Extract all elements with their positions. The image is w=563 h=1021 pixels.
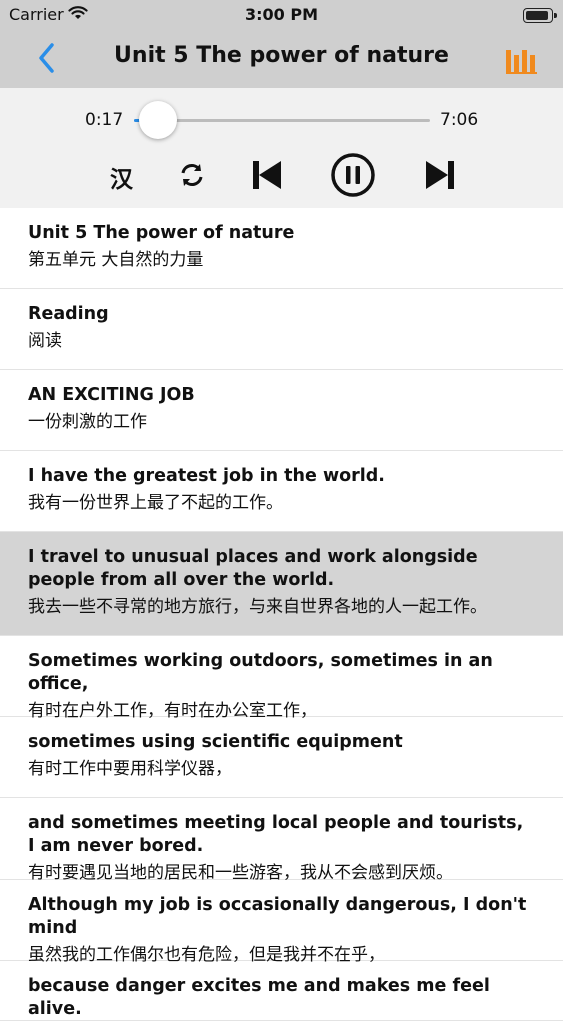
sentence-chinese: 我去一些不寻常的地方旅行，与来自世界各地的人一起工作。 bbox=[28, 597, 487, 617]
previous-button[interactable] bbox=[250, 158, 284, 196]
sentence-row[interactable]: AN EXCITING JOB 一份刺激的工作 bbox=[0, 370, 563, 451]
sentence-english: AN EXCITING JOB bbox=[28, 385, 195, 405]
sentence-chinese: 有时工作中要用科学仪器， bbox=[28, 759, 232, 779]
progress-slider[interactable] bbox=[134, 119, 430, 122]
sentence-row[interactable]: because danger excites me and makes me f… bbox=[0, 961, 563, 1021]
slider-thumb[interactable] bbox=[138, 101, 177, 139]
previous-icon bbox=[253, 161, 281, 189]
nav-bar: Unit 5 The power of nature bbox=[0, 30, 563, 88]
playlist-button[interactable] bbox=[505, 46, 539, 76]
sentence-chinese: 我有一份世界上最了不起的工作。 bbox=[28, 493, 283, 513]
audio-player: 0:17 7:06 汉 bbox=[0, 88, 563, 208]
pause-icon bbox=[331, 153, 375, 197]
sentence-row[interactable]: I have the greatest job in the world. 我有一… bbox=[0, 451, 563, 532]
repeat-icon bbox=[181, 164, 203, 186]
sentence-row[interactable]: Sometimes working outdoors, sometimes in… bbox=[0, 636, 563, 721]
sentence-row[interactable]: and sometimes meeting local people and t… bbox=[0, 798, 563, 883]
sentence-english: I have the greatest job in the world. bbox=[28, 466, 385, 486]
bars-icon bbox=[506, 50, 537, 74]
sentence-english: Although my job is occasionally dangerou… bbox=[28, 895, 527, 938]
battery-icon bbox=[523, 8, 557, 23]
total-time: 7:06 bbox=[440, 110, 479, 130]
sentence-row[interactable]: sometimes using scientific equipment 有时工作… bbox=[0, 717, 563, 798]
sentence-english: I travel to unusual places and work alon… bbox=[28, 547, 478, 590]
sentence-chinese: 第五单元 大自然的力量 bbox=[28, 250, 204, 270]
sentence-row[interactable]: Although my job is occasionally dangerou… bbox=[0, 880, 563, 965]
sentence-row[interactable]: Unit 5 The power of nature 第五单元 大自然的力量 bbox=[0, 208, 563, 289]
status-bar: Carrier 3:00 PM bbox=[0, 0, 563, 30]
sentence-english: because danger excites me and makes me f… bbox=[28, 976, 490, 1019]
current-time: 0:17 bbox=[85, 110, 124, 130]
next-button[interactable] bbox=[423, 158, 457, 196]
sentence-english: sometimes using scientific equipment bbox=[28, 732, 403, 752]
sentence-english: Sometimes working outdoors, sometimes in… bbox=[28, 651, 493, 694]
repeat-button[interactable] bbox=[178, 161, 206, 193]
sentence-chinese: 一份刺激的工作 bbox=[28, 412, 147, 432]
next-icon bbox=[426, 161, 454, 189]
sentence-english: Unit 5 The power of nature bbox=[28, 223, 295, 243]
sentence-list: Unit 5 The power of nature 第五单元 大自然的力量 Rea… bbox=[0, 208, 563, 1021]
chinese-toggle-button[interactable]: 汉 bbox=[110, 160, 133, 194]
pause-button[interactable] bbox=[330, 152, 376, 202]
sentence-english: Reading bbox=[28, 304, 109, 324]
page-title: Unit 5 The power of nature bbox=[114, 43, 449, 68]
sentence-row[interactable]: Reading 阅读 bbox=[0, 289, 563, 370]
sentence-english: and sometimes meeting local people and t… bbox=[28, 813, 524, 856]
sentence-chinese: 阅读 bbox=[28, 331, 62, 351]
clock: 3:00 PM bbox=[244, 5, 318, 24]
sentence-row[interactable]: I travel to unusual places and work alon… bbox=[0, 532, 563, 636]
